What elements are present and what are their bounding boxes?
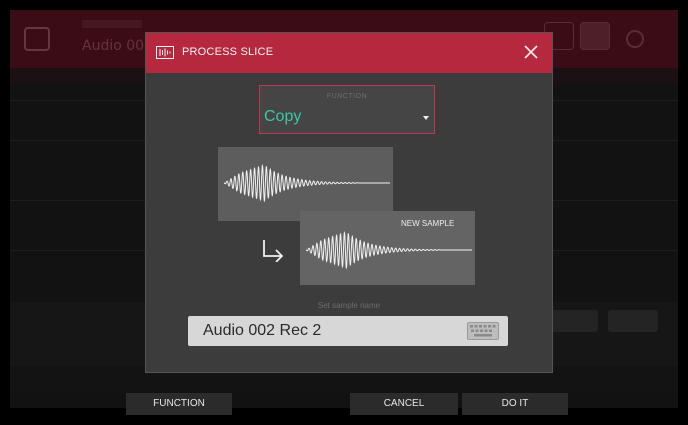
function-button[interactable]: FUNCTION (126, 393, 232, 415)
sample-name-label: Set sample name (317, 301, 381, 310)
caret-down-icon (423, 116, 429, 120)
waveform-icon (156, 46, 174, 59)
cancel-button[interactable]: CANCEL (350, 393, 458, 415)
new-sample-label: NEW SAMPLE (401, 219, 455, 228)
process-slice-dialog: PROCESS SLICE FUNCTION Copy NEW SAMPLE S… (146, 33, 552, 372)
function-select-value: Copy (264, 108, 302, 125)
function-select[interactable]: FUNCTION Copy (259, 85, 435, 134)
new-sample-waveform: NEW SAMPLE (300, 211, 475, 285)
do-it-button[interactable]: DO IT (462, 393, 568, 415)
dialog-title: PROCESS SLICE (182, 46, 274, 58)
keyboard-icon[interactable] (467, 322, 499, 340)
dialog-header: PROCESS SLICE (146, 33, 552, 73)
source-waveform (218, 147, 393, 221)
function-select-label: FUNCTION (326, 93, 368, 100)
source-waveform-graphic (223, 163, 390, 203)
close-icon[interactable] (522, 43, 540, 61)
sample-name-field[interactable]: Audio 002 Rec 2 (188, 316, 508, 346)
sample-name-value: Audio 002 Rec 2 (203, 322, 322, 339)
arrow-down-right-icon (263, 240, 284, 262)
